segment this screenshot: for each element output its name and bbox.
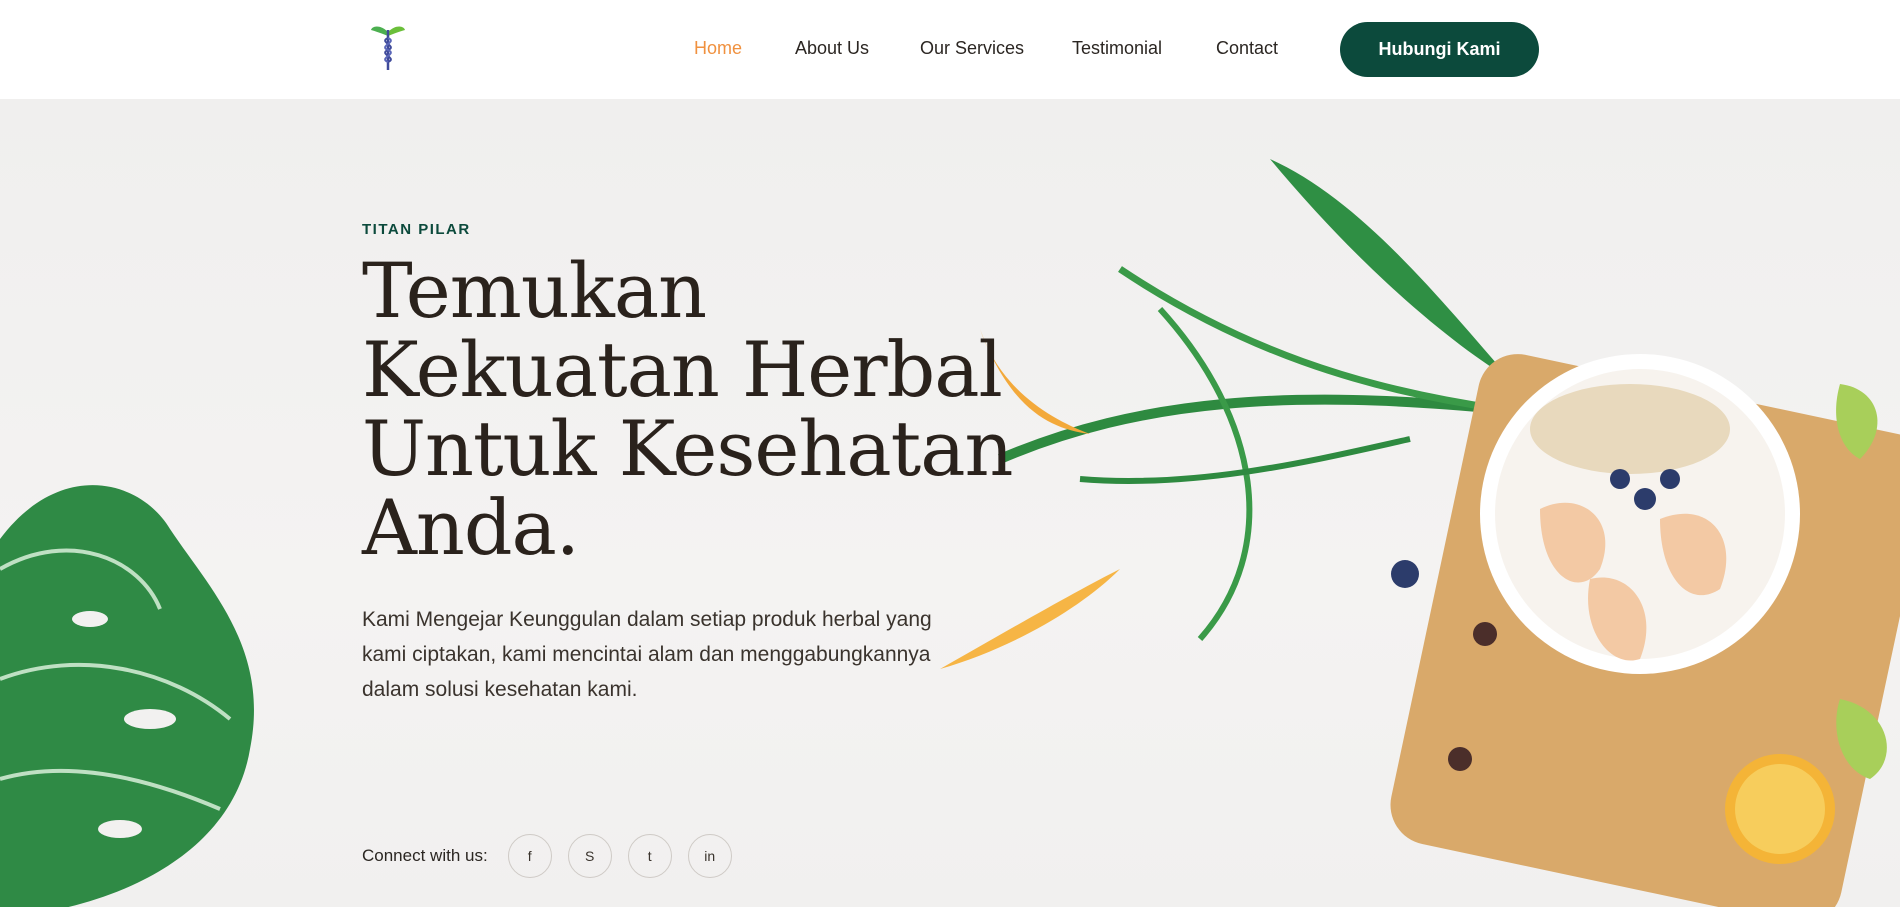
linkedin-icon[interactable]: in (687, 834, 732, 878)
hero-title: Temukan Kekuatan Herbal Untuk Kesehatan … (362, 246, 1013, 572)
nav-home[interactable]: Home (694, 38, 742, 59)
linkedin-glyph: in (704, 848, 716, 864)
nav-contact[interactable]: Contact (1216, 38, 1278, 59)
hubungi-kami-button[interactable]: Hubungi Kami (1340, 22, 1539, 77)
facebook-glyph: f (527, 848, 532, 864)
nav-testimonial[interactable]: Testimonial (1072, 38, 1162, 59)
hero-section: TITAN PILAR Temukan Kekuatan Herbal Untu… (0, 99, 1900, 907)
site-header: Home About Us Our Services Testimonial C… (0, 0, 1900, 99)
skype-icon[interactable]: S (567, 834, 612, 878)
hero-description: Kami Mengejar Keunggulan dalam setiap pr… (362, 608, 932, 701)
twitter-glyph: t (647, 848, 652, 864)
connect-label: Connect with us: (362, 846, 488, 865)
monstera-leaf-image (0, 485, 254, 907)
skype-glyph: S (585, 848, 595, 864)
facebook-icon[interactable]: f (507, 834, 552, 878)
caduceus-logo-icon[interactable] (368, 22, 408, 72)
hero-eyebrow: TITAN PILAR (362, 221, 471, 238)
herbal-bowl-image (940, 159, 1900, 907)
twitter-icon[interactable]: t (627, 834, 672, 878)
social-connect: Connect with us: f S t in (362, 834, 748, 878)
nav-about-us[interactable]: About Us (795, 38, 869, 59)
nav-our-services[interactable]: Our Services (920, 38, 1024, 59)
